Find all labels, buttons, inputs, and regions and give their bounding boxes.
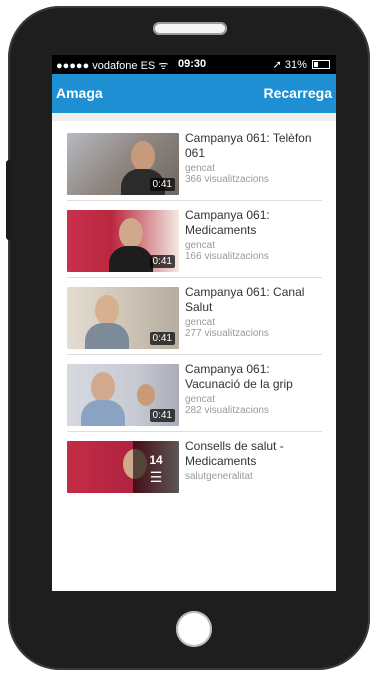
video-item-canal-salut[interactable]: 0:41 Campanya 061: Canal Salut gencat 277… xyxy=(67,279,322,355)
video-duration: 0:41 xyxy=(149,332,175,345)
video-title: Consells de salut - Medicaments xyxy=(185,439,284,468)
video-item-telefon-061[interactable]: 0:41 Campanya 061: Telèfon 061 gencat 366… xyxy=(67,125,322,201)
battery-icon xyxy=(312,60,330,69)
video-title: Campanya 061: Vacunació de la grip xyxy=(185,362,293,391)
video-views: 282 visualitzacions xyxy=(185,405,269,416)
divider xyxy=(67,277,322,278)
content-area: 0:41 Campanya 061: Telèfon 061 gencat 366… xyxy=(52,113,336,591)
playlist-count: 14 xyxy=(149,453,163,467)
video-duration: 0:41 xyxy=(149,255,175,268)
video-views: 277 visualitzacions xyxy=(185,328,269,339)
playlist-overlay: 14 ☰ xyxy=(133,441,179,493)
video-title: Campanya 061: Telèfon 061 xyxy=(185,131,312,160)
playlist-icon: ☰ xyxy=(149,469,163,485)
reload-button[interactable]: Recarrega xyxy=(264,85,333,101)
video-channel: gencat xyxy=(185,317,216,328)
video-title: Campanya 061: Medicaments xyxy=(185,208,270,237)
divider xyxy=(67,200,322,201)
navigation-bar: Amaga Recarrega xyxy=(52,74,336,113)
playlist-thumbnail[interactable]: 14 ☰ xyxy=(67,441,179,493)
video-list: 0:41 Campanya 061: Telèfon 061 gencat 366… xyxy=(52,121,336,591)
video-thumbnail[interactable]: 0:41 xyxy=(67,133,179,195)
phone-side-button xyxy=(6,160,12,240)
video-thumbnail[interactable]: 0:41 xyxy=(67,210,179,272)
video-views: 166 visualitzacions xyxy=(185,251,269,262)
video-views: 366 visualitzacions xyxy=(185,174,269,185)
location-arrow-icon: ➚ xyxy=(272,59,285,71)
video-thumbnail[interactable]: 0:41 xyxy=(67,364,179,426)
video-channel: gencat xyxy=(185,240,216,251)
carrier-signal: ●●●●● vodafone ES ᯤ xyxy=(56,60,169,72)
video-duration: 0:41 xyxy=(149,178,175,191)
status-time: 09:30 xyxy=(178,58,207,70)
playlist-item-consells-salut[interactable]: 14 ☰ Consells de salut - Medicaments salu… xyxy=(67,433,322,493)
status-bar: ●●●●● vodafone ES ᯤ 09:30 ➚ 31% xyxy=(52,55,336,74)
phone-speaker xyxy=(153,22,227,35)
video-channel: salutgeneralitat xyxy=(185,471,253,482)
battery-indicator: ➚ 31% xyxy=(273,58,330,71)
divider xyxy=(67,354,322,355)
app-screen: ●●●●● vodafone ES ᯤ 09:30 ➚ 31% Amaga Re… xyxy=(52,55,336,591)
video-item-medicaments[interactable]: 0:41 Campanya 061: Medicaments gencat 166… xyxy=(67,202,322,278)
divider xyxy=(67,431,322,432)
video-channel: gencat xyxy=(185,163,216,174)
video-title: Campanya 061: Canal Salut xyxy=(185,285,305,314)
video-thumbnail[interactable]: 0:41 xyxy=(67,287,179,349)
wifi-icon: ᯤ xyxy=(158,60,169,72)
video-duration: 0:41 xyxy=(149,409,175,422)
hide-button[interactable]: Amaga xyxy=(56,85,103,101)
home-button[interactable] xyxy=(176,611,212,647)
video-channel: gencat xyxy=(185,394,216,405)
video-item-vacunacio-grip[interactable]: 0:41 Campanya 061: Vacunació de la grip g… xyxy=(67,356,322,432)
